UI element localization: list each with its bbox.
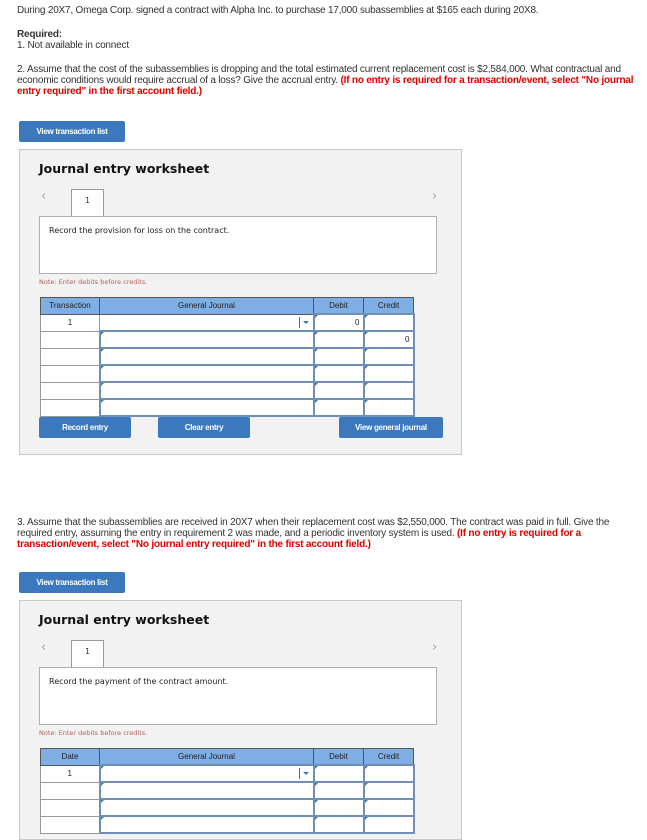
table-row — [40, 347, 415, 366]
caret-down-icon[interactable] — [298, 768, 310, 779]
debit-input[interactable] — [312, 781, 365, 800]
note-text: Note: Enter debits before credits. — [39, 729, 148, 737]
date-cell — [40, 798, 100, 817]
requirement-3: 3. Assume that the subassemblies are rec… — [17, 517, 637, 550]
account-dropdown[interactable] — [98, 798, 315, 817]
column-header: General Journal — [99, 748, 314, 766]
date-cell: 1 — [40, 764, 100, 783]
table-row: 1 0 — [40, 313, 415, 332]
column-header: Date — [40, 748, 100, 766]
requirement-2: 2. Assume that the cost of the subassemb… — [17, 64, 637, 97]
view-transaction-list-button[interactable]: View transaction list — [19, 572, 125, 593]
note-text: Note: Enter debits before credits. — [39, 278, 148, 286]
transaction-cell — [40, 398, 100, 417]
journal-table: Transaction General Journal Debit Credit… — [40, 297, 415, 417]
debit-input[interactable] — [312, 330, 365, 349]
debit-input[interactable] — [312, 347, 365, 366]
view-general-journal-button[interactable]: View general journal — [339, 417, 443, 438]
table-header: Date General Journal Debit Credit — [40, 748, 414, 766]
chevron-left-icon[interactable]: ‹ — [41, 189, 46, 204]
required-label: Required: — [17, 29, 62, 40]
transaction-cell — [40, 381, 100, 400]
column-header: Credit — [363, 748, 414, 766]
credit-input[interactable] — [362, 815, 415, 834]
credit-input[interactable] — [362, 398, 415, 417]
entry-description: Record the payment of the contract amoun… — [39, 667, 437, 725]
table-row — [40, 364, 415, 383]
column-header: Credit — [363, 297, 414, 315]
account-dropdown[interactable] — [98, 381, 315, 400]
table-row — [40, 381, 415, 400]
transaction-cell — [40, 347, 100, 366]
account-dropdown[interactable] — [98, 364, 315, 383]
table-row — [40, 798, 415, 817]
chevron-left-icon[interactable]: ‹ — [41, 640, 46, 655]
transaction-cell — [40, 364, 100, 383]
debit-input[interactable] — [312, 398, 365, 417]
debit-input[interactable]: 0 — [312, 313, 365, 332]
entry-tab-1[interactable]: 1 — [71, 640, 104, 668]
credit-input[interactable] — [362, 798, 415, 817]
credit-input[interactable] — [362, 781, 415, 800]
credit-input[interactable] — [362, 764, 415, 783]
credit-input[interactable] — [362, 313, 415, 332]
credit-input[interactable] — [362, 347, 415, 366]
debit-input[interactable] — [312, 381, 365, 400]
column-header: Debit — [313, 297, 364, 315]
clear-entry-button[interactable]: Clear entry — [158, 417, 250, 438]
credit-input[interactable] — [362, 364, 415, 383]
transaction-cell: 1 — [40, 313, 100, 332]
column-header: General Journal — [99, 297, 314, 315]
journal-entry-worksheet-1: Journal entry worksheet ‹ › 1 Record the… — [19, 149, 462, 455]
table-header: Transaction General Journal Debit Credit — [40, 297, 414, 315]
entry-description: Record the provision for loss on the con… — [39, 216, 437, 274]
table-row: 0 — [40, 330, 415, 349]
table-row — [40, 398, 415, 417]
worksheet-title: Journal entry worksheet — [39, 612, 210, 627]
date-cell — [40, 781, 100, 800]
problem-intro: During 20X7, Omega Corp. signed a contra… — [17, 5, 539, 16]
credit-input[interactable] — [362, 381, 415, 400]
account-dropdown[interactable] — [98, 781, 315, 800]
credit-input[interactable]: 0 — [362, 330, 415, 349]
worksheet-title: Journal entry worksheet — [39, 161, 210, 176]
view-transaction-list-button[interactable]: View transaction list — [19, 121, 125, 142]
table-row: 1 — [40, 764, 415, 783]
chevron-right-icon[interactable]: › — [432, 640, 437, 655]
account-dropdown[interactable] — [98, 815, 315, 834]
date-cell — [40, 815, 100, 834]
caret-down-icon[interactable] — [298, 316, 310, 328]
chevron-right-icon[interactable]: › — [432, 189, 437, 204]
debit-input[interactable] — [312, 764, 365, 783]
column-header: Debit — [313, 748, 364, 766]
entry-tab-1[interactable]: 1 — [71, 189, 104, 217]
account-dropdown[interactable] — [99, 313, 314, 332]
requirement-1: 1. Not available in connect — [17, 40, 129, 51]
account-dropdown[interactable] — [98, 398, 315, 417]
account-dropdown[interactable] — [98, 347, 315, 366]
journal-entry-worksheet-2: Journal entry worksheet ‹ › 1 Record the… — [19, 600, 462, 840]
column-header: Transaction — [40, 297, 100, 315]
account-dropdown[interactable] — [98, 330, 315, 349]
journal-table: Date General Journal Debit Credit 1 — [40, 748, 415, 834]
table-row — [40, 815, 415, 834]
debit-input[interactable] — [312, 798, 365, 817]
debit-input[interactable] — [312, 364, 365, 383]
table-row — [40, 781, 415, 800]
transaction-cell — [40, 330, 100, 349]
debit-input[interactable] — [312, 815, 365, 834]
account-dropdown[interactable] — [98, 764, 315, 783]
record-entry-button[interactable]: Record entry — [39, 417, 131, 438]
